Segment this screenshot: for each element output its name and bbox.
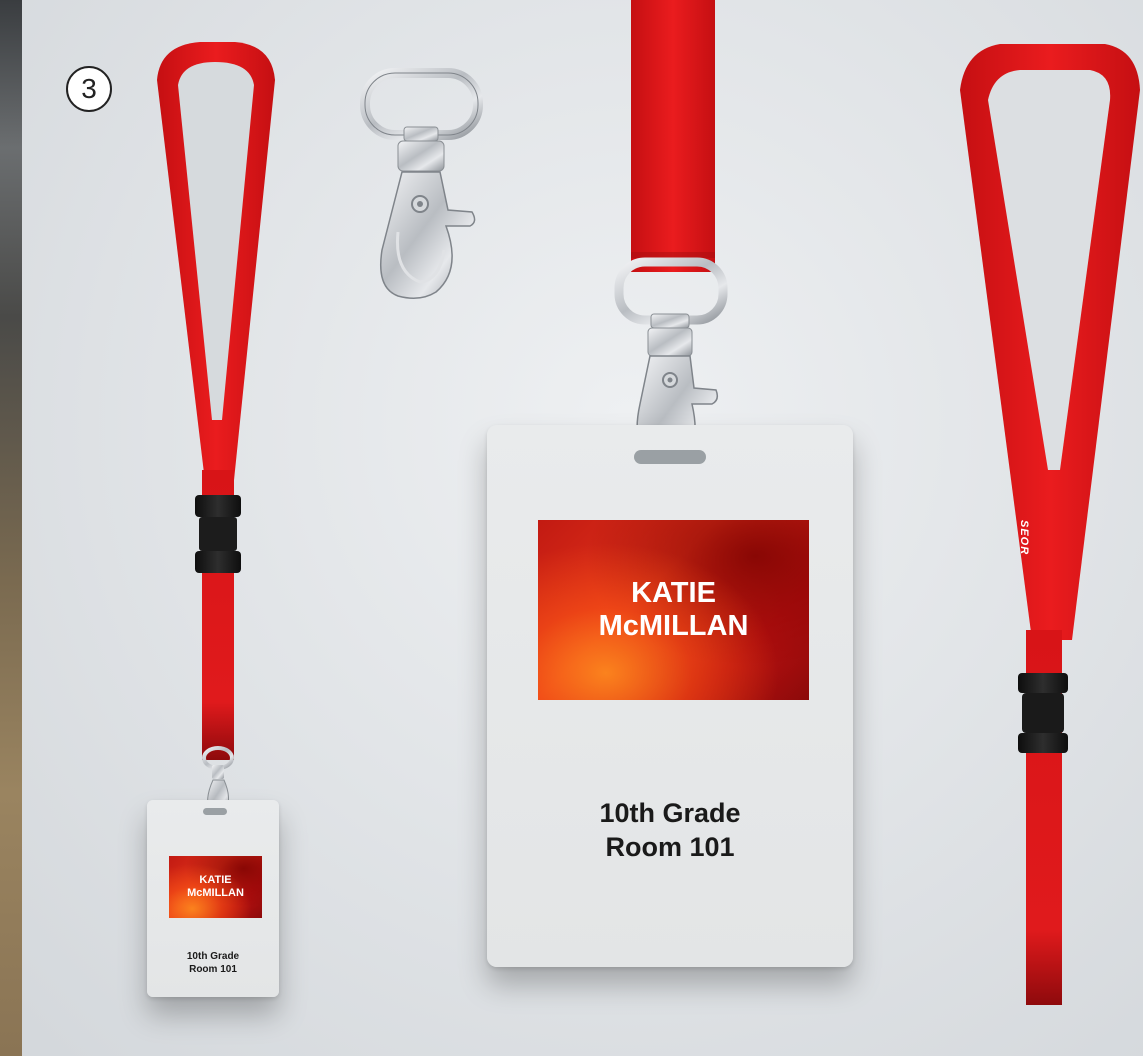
card-slot <box>634 450 706 464</box>
grade-text: 10th Grade <box>186 951 240 962</box>
small-id-card: KATIE McMILLAN 10th Grade Room 101 <box>147 800 279 997</box>
last-name: McMILLAN <box>598 610 749 642</box>
first-name: KATIE <box>199 874 232 887</box>
strap-brand-text: SEOR <box>1018 520 1030 556</box>
right-lanyard-buckle <box>1018 673 1068 753</box>
card-slot <box>203 808 227 815</box>
first-name: KATIE <box>631 576 716 609</box>
large-lanyard-strap <box>631 0 715 272</box>
small-lanyard-buckle <box>195 495 241 573</box>
room-text: Room 101 <box>189 963 237 975</box>
class-info: 10th Grade Room 101 <box>487 797 853 865</box>
swivel-clip <box>360 68 483 299</box>
room-text: Room 101 <box>605 831 735 862</box>
class-info: 10th Grade Room 101 <box>147 951 279 976</box>
last-name: McMILLAN <box>187 887 244 899</box>
large-id-card: KATIE McMILLAN 10th Grade Room 101 <box>487 425 853 967</box>
right-lanyard-strap <box>960 44 1140 1005</box>
grade-text: 10th Grade <box>599 798 741 828</box>
name-banner: KATIE McMILLAN <box>538 520 809 700</box>
small-lanyard-strap <box>157 42 275 760</box>
name-banner: KATIE McMILLAN <box>169 856 262 918</box>
